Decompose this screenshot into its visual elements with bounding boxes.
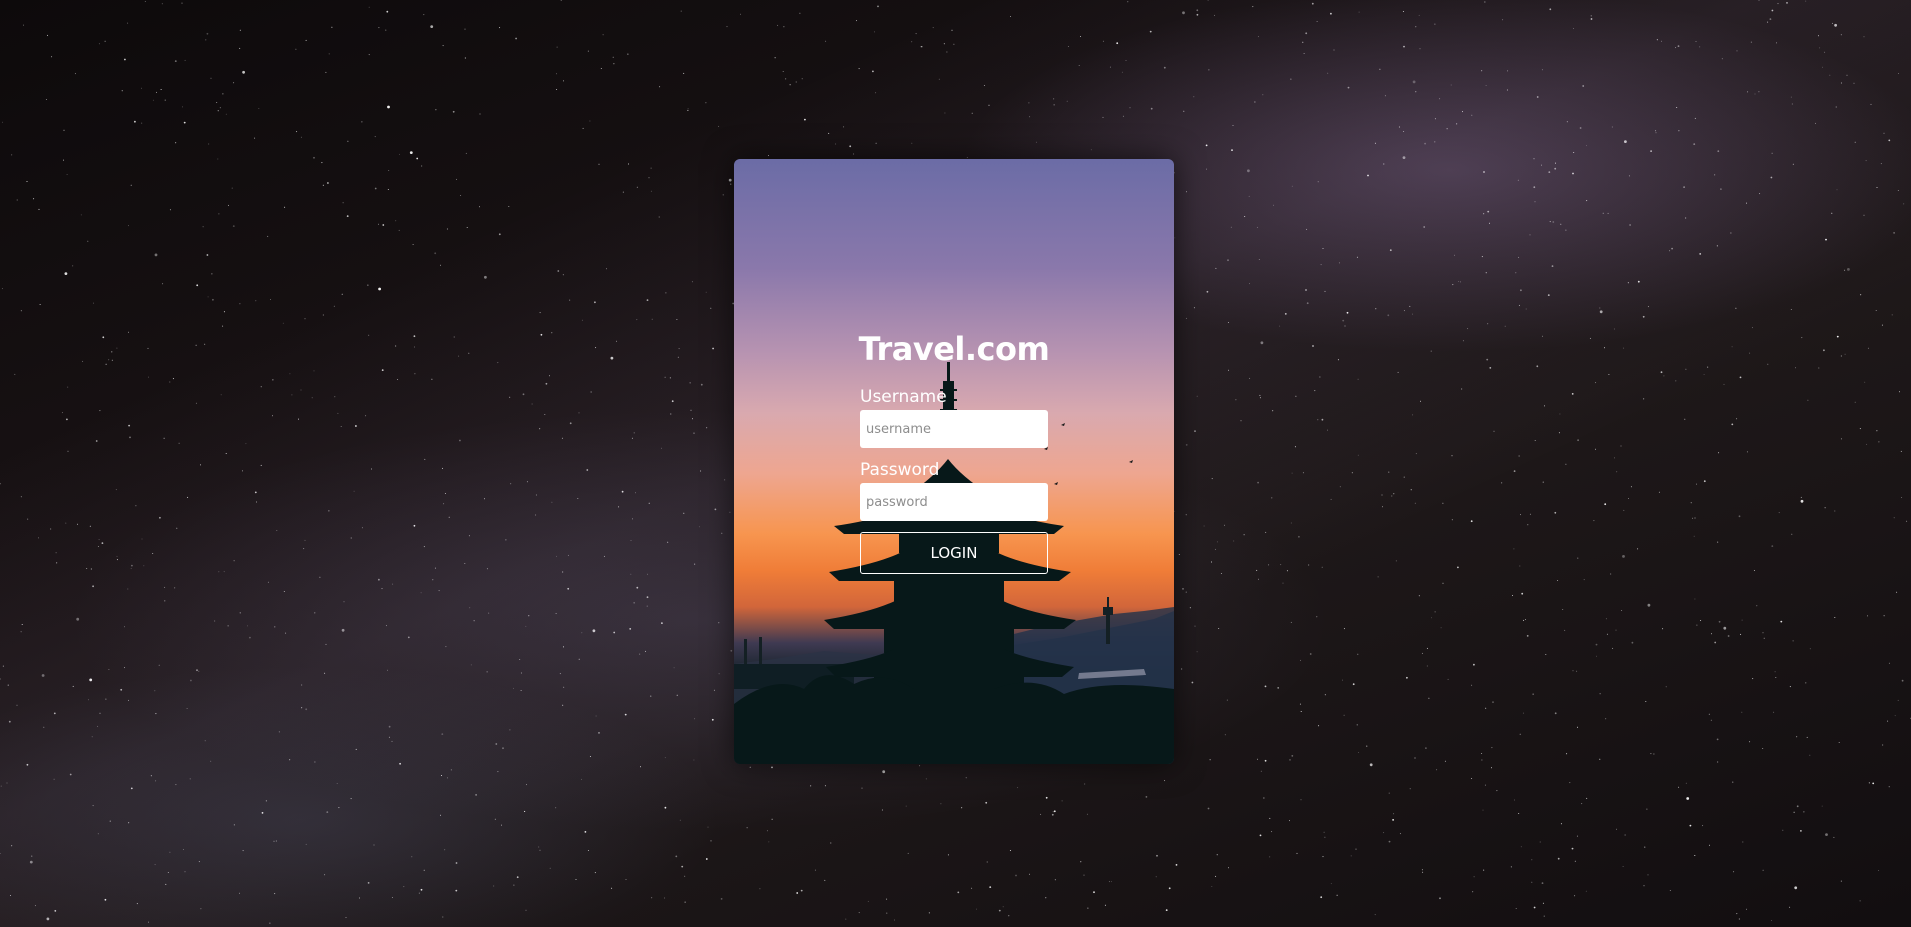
login-card: Travel.com Username Password LOGIN: [734, 159, 1174, 764]
username-label: Username: [860, 387, 947, 407]
login-form: Travel.com Username Password LOGIN: [859, 331, 1050, 574]
brand-title: Travel.com: [858, 330, 1050, 368]
username-input[interactable]: [860, 410, 1048, 448]
password-input[interactable]: [860, 483, 1048, 521]
password-label: Password: [860, 460, 940, 480]
login-button[interactable]: LOGIN: [860, 532, 1048, 574]
